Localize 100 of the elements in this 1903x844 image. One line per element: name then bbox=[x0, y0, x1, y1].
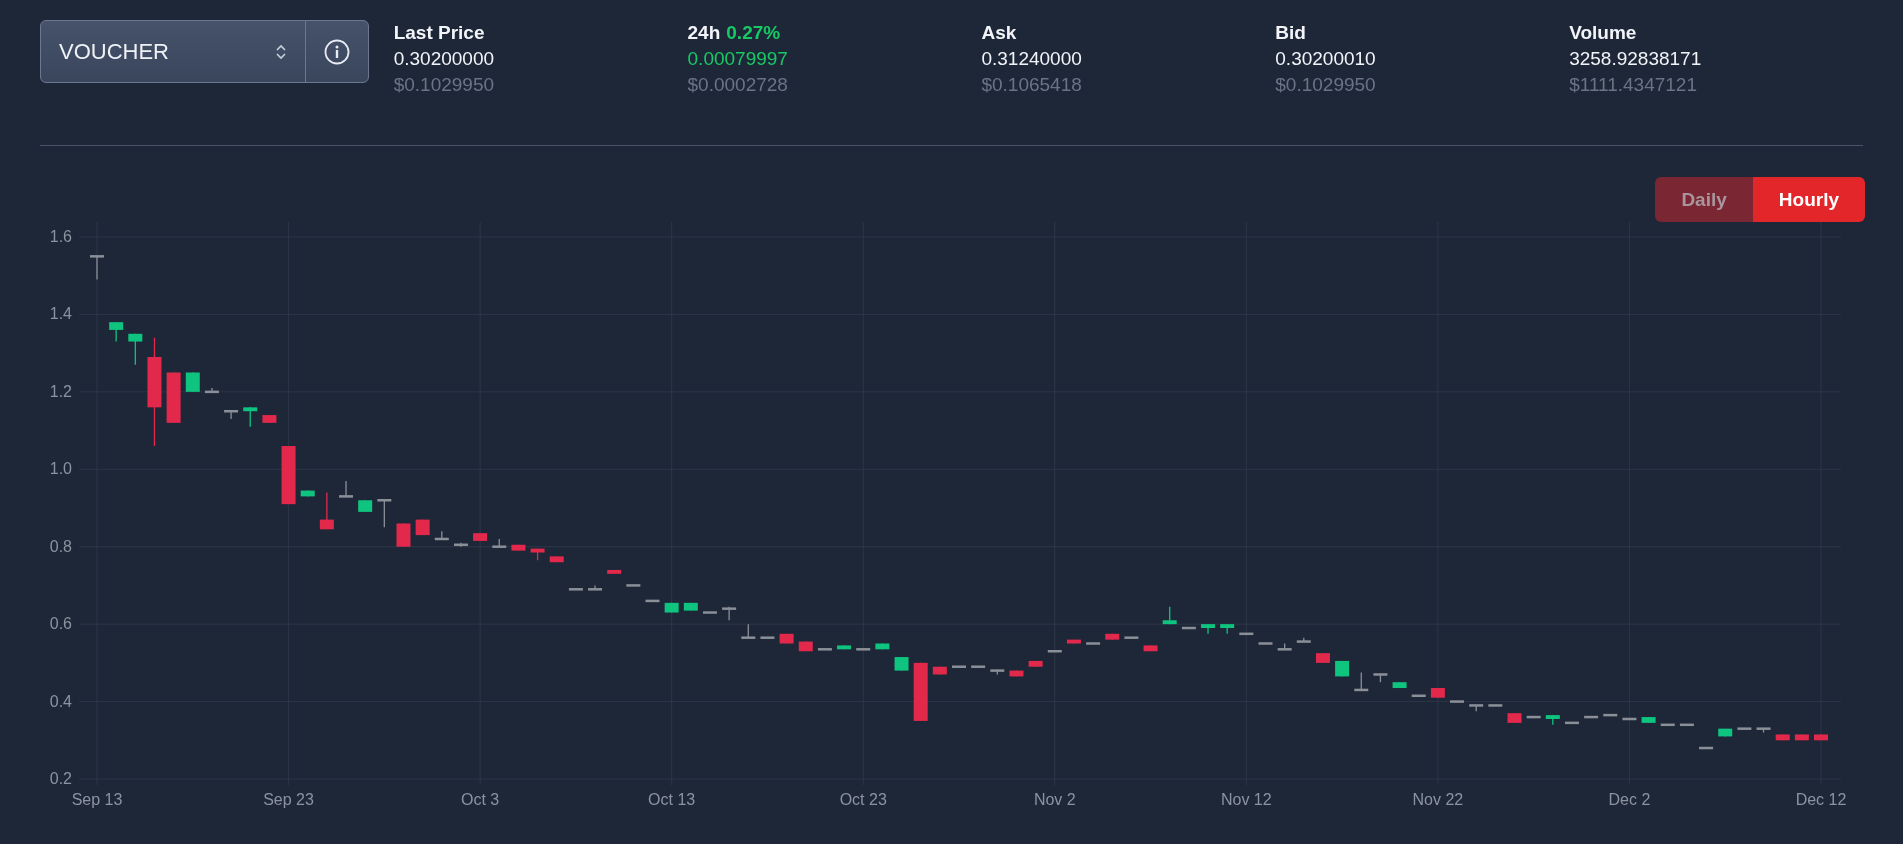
candlestick bbox=[1028, 660, 1043, 668]
candlestick bbox=[224, 409, 239, 420]
candlestick bbox=[875, 642, 890, 650]
x-axis-label: Sep 13 bbox=[71, 791, 123, 808]
candlestick bbox=[1565, 721, 1579, 725]
x-axis-label: Nov 12 bbox=[1221, 791, 1272, 808]
candlestick bbox=[626, 584, 641, 587]
candlestick bbox=[1354, 671, 1369, 692]
pair-select[interactable]: VOUCHER bbox=[40, 20, 369, 83]
candlestick bbox=[262, 414, 277, 424]
x-axis-label: Nov 22 bbox=[1412, 791, 1464, 808]
usd-value: $0.1065418 bbox=[981, 73, 1083, 97]
candlestick bbox=[798, 640, 813, 652]
candlestick bbox=[1373, 673, 1388, 683]
chevron-up-down-icon bbox=[274, 42, 287, 61]
candlestick bbox=[607, 569, 622, 575]
y-axis-label: 1.2 bbox=[49, 382, 72, 400]
x-axis-label: Oct 23 bbox=[839, 791, 887, 808]
candlestick bbox=[1814, 733, 1828, 741]
candlestick bbox=[90, 255, 104, 281]
candlestick bbox=[358, 499, 373, 513]
stat-value: 0.31240000 bbox=[981, 47, 1083, 71]
candlestick bbox=[1660, 723, 1675, 727]
candlestick bbox=[952, 665, 966, 668]
candlestick bbox=[415, 518, 430, 536]
candlestick bbox=[243, 406, 258, 428]
candlestick bbox=[185, 371, 200, 393]
candlestick bbox=[530, 548, 545, 561]
y-axis-label: 1.4 bbox=[49, 305, 72, 323]
candlestick bbox=[1315, 652, 1330, 664]
candlestick bbox=[1047, 650, 1062, 653]
candlestick bbox=[971, 665, 986, 668]
candlestick bbox=[1239, 632, 1254, 636]
candlestick bbox=[204, 387, 219, 394]
candlestick bbox=[722, 606, 737, 621]
usd-value: $0.0002728 bbox=[687, 73, 789, 97]
candlestick bbox=[1469, 704, 1484, 712]
candlestick bbox=[1699, 746, 1714, 750]
candlestick bbox=[1430, 687, 1445, 699]
candlestick bbox=[760, 636, 775, 639]
candlestick bbox=[1603, 713, 1618, 717]
candlestick bbox=[396, 522, 411, 548]
candlestick bbox=[319, 491, 334, 530]
candlestick bbox=[1277, 642, 1292, 651]
candlestick bbox=[683, 602, 698, 612]
range-tab[interactable]: Hourly bbox=[1752, 177, 1865, 222]
candlestick bbox=[1775, 733, 1790, 741]
candlestick bbox=[894, 656, 909, 672]
candlestick bbox=[1526, 715, 1541, 719]
candlestick bbox=[1622, 717, 1637, 721]
candlestick bbox=[166, 371, 181, 424]
candlestick bbox=[913, 662, 928, 722]
candlestick bbox=[281, 445, 296, 505]
candlestick bbox=[1545, 714, 1560, 726]
candlestick bbox=[1066, 639, 1081, 645]
stat-label: Ask bbox=[981, 21, 1017, 45]
stat-value: 0.30200000 bbox=[393, 47, 496, 71]
candlestick bbox=[1335, 660, 1350, 678]
usd-value: $0.1029950 bbox=[393, 73, 496, 97]
y-axis-label: 0.6 bbox=[49, 615, 72, 633]
candlestick bbox=[1641, 716, 1656, 724]
info-icon[interactable] bbox=[323, 38, 350, 65]
candlestick bbox=[741, 623, 756, 639]
candlestick bbox=[1679, 723, 1694, 727]
candlestick bbox=[453, 542, 468, 548]
candlestick bbox=[932, 666, 947, 676]
candlestick bbox=[1258, 642, 1273, 645]
candlestick bbox=[779, 633, 794, 645]
x-axis-label: Dec 12 bbox=[1795, 791, 1847, 808]
candlestick bbox=[1392, 681, 1407, 689]
candlestick bbox=[1794, 733, 1809, 741]
candlestick bbox=[645, 599, 660, 603]
candlestick bbox=[588, 584, 603, 591]
stat-label: Last Price bbox=[393, 21, 485, 45]
candlestick bbox=[377, 499, 392, 528]
candlestick bbox=[1756, 727, 1771, 734]
candlestick bbox=[1009, 669, 1024, 678]
candlestick bbox=[109, 321, 124, 343]
candlestick bbox=[1086, 642, 1101, 645]
candlestick bbox=[1181, 626, 1196, 630]
candlestick bbox=[568, 588, 583, 591]
candlestick bbox=[492, 538, 507, 548]
candlestick bbox=[473, 532, 488, 542]
x-axis-label: Nov 2 bbox=[1033, 791, 1076, 808]
candlestick bbox=[817, 648, 832, 651]
stat-label: 24h bbox=[687, 21, 721, 45]
candlestick bbox=[1718, 728, 1733, 738]
usd-value: $0.1029950 bbox=[1275, 73, 1377, 97]
usd-value: $1111.4347121 bbox=[1569, 73, 1698, 97]
candlestick bbox=[1737, 727, 1752, 730]
x-axis-label: Sep 23 bbox=[263, 791, 314, 808]
candlestick bbox=[1507, 712, 1522, 724]
candlestick bbox=[1143, 644, 1158, 652]
candlestick bbox=[339, 480, 353, 498]
candlestick bbox=[703, 611, 717, 614]
candlestick bbox=[1450, 700, 1465, 703]
range-tab[interactable]: Daily bbox=[1655, 177, 1753, 222]
candlestick bbox=[990, 669, 1005, 676]
stat-label: Bid bbox=[1275, 21, 1306, 45]
candlestick bbox=[1220, 623, 1235, 635]
